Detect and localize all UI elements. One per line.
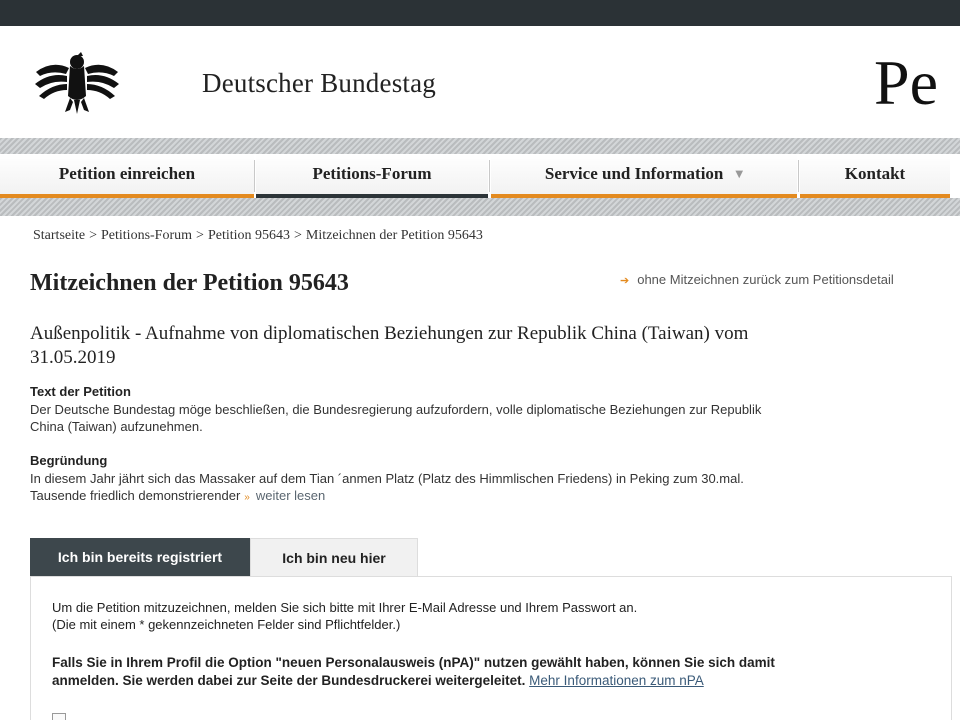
breadcrumb-separator: > [294,228,302,243]
petition-text-body: Der Deutsche Bundestag möge beschließen,… [30,401,940,435]
site-header: Deutscher Bundestag Pe [0,26,960,138]
reasoning-body: In diesem Jahr jährt sich das Massaker a… [30,470,940,506]
nav-item-label: Service und Information [544,164,724,183]
tab-label: Ich bin bereits registriert [57,549,223,565]
reasoning-label: Begründung [30,453,108,468]
petition-text-line: Der Deutsche Bundestag möge beschließen,… [30,402,762,417]
nav-item-kontakt[interactable]: Kontakt [800,154,950,198]
subject-date: 31.05.2019 [30,347,116,368]
breadcrumb-separator: > [89,228,98,243]
login-panel: Um die Petition mitzuzeichnen, melden Si… [30,576,952,720]
subject-line: Außenpolitik - Aufnahme von diplomatisch… [30,323,749,344]
chevron-down-icon: ▼ [735,168,744,180]
npa-more-info-link[interactable]: Mehr Informationen zum nPA [529,673,704,688]
tab-registered[interactable]: Ich bin bereits registriert [30,538,250,576]
breadcrumb-separator: > [196,228,204,243]
nav-item-petition-einreichen[interactable]: Petition einreichen [0,154,254,198]
breadcrumb-link-petition[interactable]: Petition 95643 [208,228,290,243]
cropped-page-heading: Pe [874,47,938,118]
nav-item-service-information[interactable]: Service und Information ▼ [491,154,797,198]
nav-divider [254,160,255,192]
npa-info-line: anmelden. Sie werden dabei zur Seite der… [52,673,526,688]
arrow-right-icon: ➔ [620,275,630,287]
npa-info-line: Falls Sie in Ihrem Profil die Option "ne… [52,655,775,670]
main-navigation: Petition einreichen Petitions-Forum Serv… [0,154,960,198]
tab-new-here[interactable]: Ich bin neu hier [250,538,418,576]
back-to-petition-link[interactable]: ➔ ohne Mitzeichnen zurück zum Petitionsde… [620,272,894,287]
site-name[interactable]: Deutscher Bundestag [202,68,436,99]
bundestag-eagle-logo[interactable] [32,46,122,118]
top-bar [0,0,960,26]
required-fields-note: (Die mit einem * gekennzeichneten Felder… [52,617,401,632]
nav-divider [489,160,490,192]
checkbox[interactable] [52,713,66,720]
breadcrumb: Startseite > Petitions-Forum > Petition 9564… [33,228,483,244]
decorative-stripe [0,198,960,216]
reasoning-line: Tausende friedlich demonstrierender [30,488,241,503]
nav-item-label: Petitions-Forum [312,164,432,183]
breadcrumb-current: Mitzeichnen der Petition 95643 [305,228,483,243]
tab-label: Ich bin neu hier [282,549,386,566]
back-link-label: ohne Mitzeichnen zurück zum Petitionsdet… [637,272,894,287]
npa-info: Falls Sie in Ihrem Profil die Option "ne… [52,654,932,690]
reasoning-line: In diesem Jahr jährt sich das Massaker a… [30,471,744,486]
read-more-link[interactable]: weiter lesen [256,488,325,503]
petition-text-label: Text der Petition [30,384,131,399]
petition-subject: Außenpolitik - Aufnahme von diplomatisch… [30,322,930,370]
reasoning-line-2: Tausende friedlich demonstrierender» weit… [30,487,940,506]
double-chevron-icon: » [244,492,250,503]
login-instruction: Um die Petition mitzuzeichnen, melden Si… [52,600,638,615]
breadcrumb-link-startseite[interactable]: Startseite [33,228,85,243]
npa-info-line-2: anmelden. Sie werden dabei zur Seite der… [52,672,932,690]
petition-text-line: China (Taiwan) aufzunehmen. [30,419,203,434]
nav-divider [798,160,799,192]
page-title: Mitzeichnen der Petition 95643 [30,270,349,296]
nav-item-label: Kontakt [844,164,906,183]
nav-item-label: Petition einreichen [58,164,196,183]
decorative-stripe [0,138,960,154]
breadcrumb-link-forum[interactable]: Petitions-Forum [101,228,192,243]
nav-item-petitions-forum[interactable]: Petitions-Forum [256,154,488,198]
